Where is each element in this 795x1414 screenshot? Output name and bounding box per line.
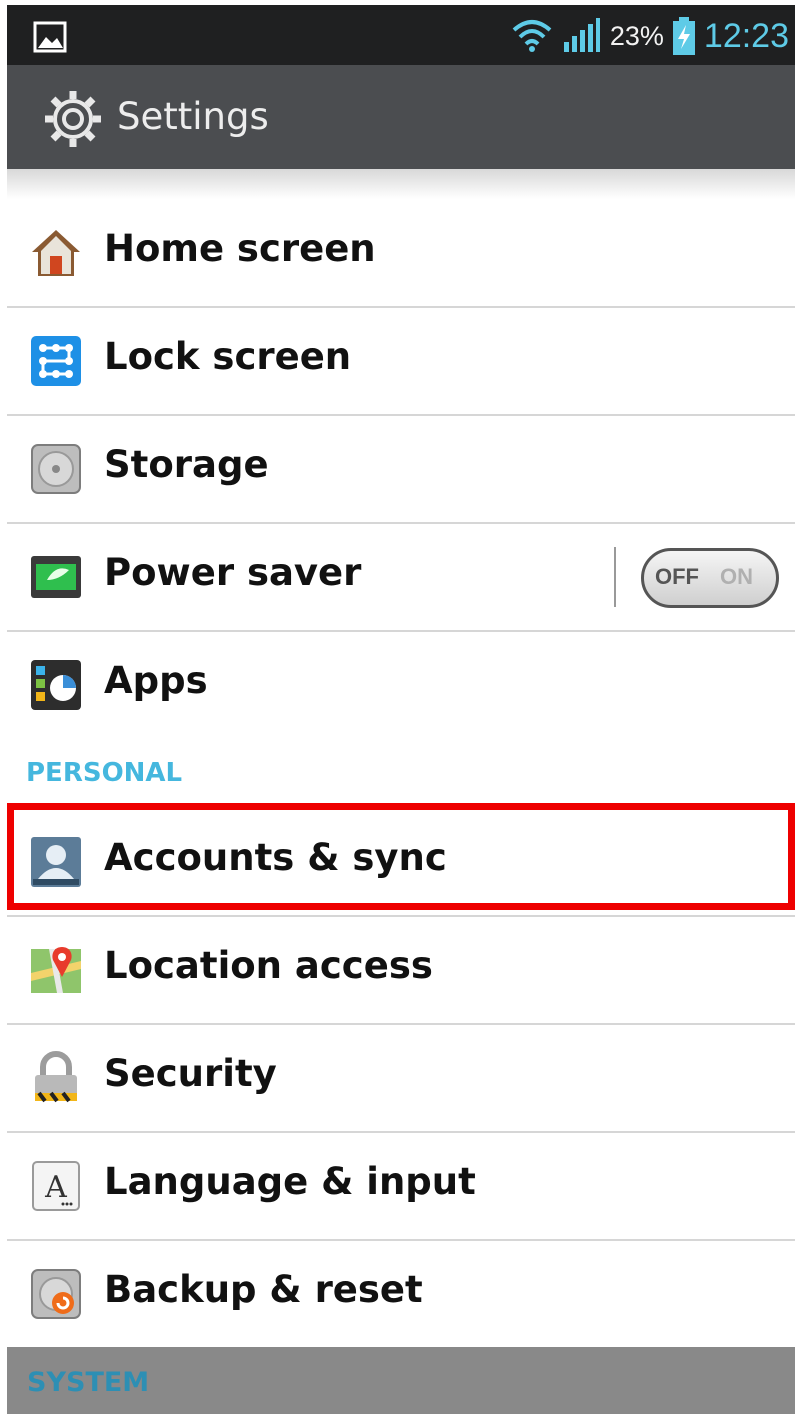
location-icon: [31, 947, 81, 993]
language-icon: A: [32, 1161, 80, 1211]
action-bar: Settings: [7, 65, 795, 169]
page-title: Settings: [117, 95, 269, 138]
settings-item-apps[interactable]: Apps: [7, 631, 795, 738]
wifi-icon: [512, 20, 552, 52]
settings-item-home-screen[interactable]: Home screen: [7, 199, 795, 308]
settings-item-label: Backup & reset: [104, 1268, 423, 1311]
apps-icon: [31, 660, 81, 710]
scroll-shadow: [7, 169, 795, 199]
settings-item-label: Storage: [104, 443, 269, 486]
settings-item-label: Apps: [104, 659, 208, 702]
settings-item-language-input[interactable]: A Language & input: [7, 1132, 795, 1241]
battery-percent: 23%: [609, 20, 664, 51]
backup-icon: [31, 1269, 81, 1319]
settings-item-storage[interactable]: Storage: [7, 415, 795, 524]
battery-charging-icon: [672, 17, 695, 55]
settings-item-label: Security: [104, 1052, 277, 1095]
settings-item-power-saver[interactable]: Power saver OFF ON: [7, 523, 795, 632]
settings-item-location-access[interactable]: Location access: [7, 916, 795, 1025]
lock-screen-icon: [31, 336, 81, 386]
status-bar: 23% 12:23: [7, 5, 795, 65]
highlight-box: [7, 803, 795, 910]
signal-icon: [563, 18, 600, 52]
settings-item-label: Home screen: [104, 227, 376, 270]
section-header-system: SYSTEM: [27, 1367, 150, 1398]
status-indicators: 23% 12:23: [510, 13, 789, 59]
toggle-on-label: ON: [720, 564, 753, 589]
storage-icon: [31, 444, 81, 494]
gear-icon: [45, 91, 101, 147]
home-icon: [32, 230, 80, 276]
settings-item-label: Location access: [104, 944, 433, 987]
settings-item-label: Language & input: [104, 1160, 476, 1203]
settings-item-backup-reset[interactable]: Backup & reset: [7, 1240, 795, 1347]
toggle-off-label: OFF: [655, 564, 699, 589]
settings-item-lock-screen[interactable]: Lock screen: [7, 307, 795, 416]
settings-item-label: Lock screen: [104, 335, 352, 378]
settings-item-label: Power saver: [104, 551, 362, 594]
settings-item-security[interactable]: Security: [7, 1024, 795, 1133]
padlock-icon: [35, 1051, 77, 1103]
toggle-divider: [614, 547, 616, 607]
section-header-system-bar: SYSTEM: [7, 1347, 795, 1414]
section-header-personal: PERSONAL: [26, 758, 183, 788]
svg-text:A: A: [44, 1170, 67, 1205]
image-icon: [33, 21, 67, 53]
clock: 12:23: [703, 16, 789, 55]
power-saver-toggle[interactable]: OFF ON: [641, 548, 779, 608]
battery-icon: [31, 556, 81, 598]
